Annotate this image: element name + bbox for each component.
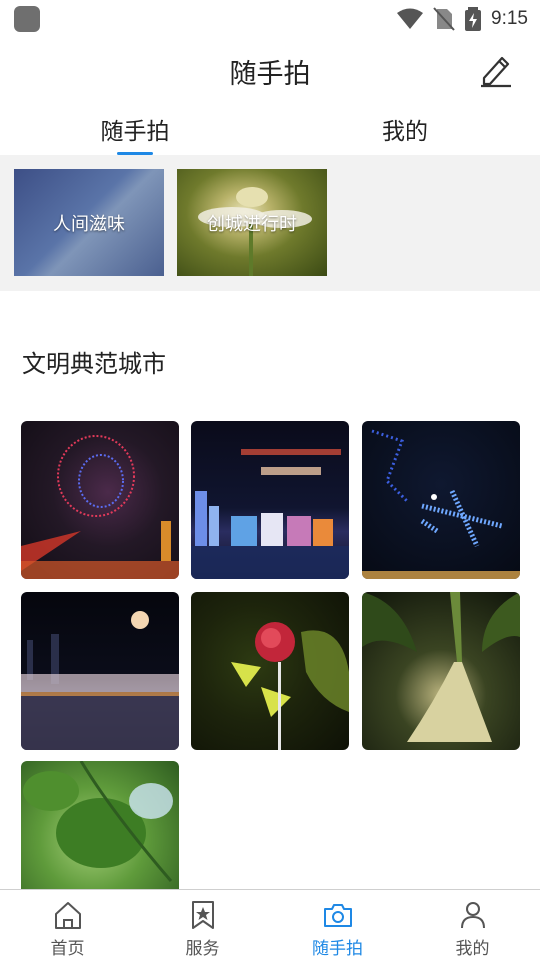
photo-red-rose-art <box>231 622 349 750</box>
topic-label: 人间滋味 <box>53 213 125 235</box>
page-title: 随手拍 <box>229 59 311 90</box>
photo-trumpet-flower[interactable] <box>362 592 520 750</box>
tab-bar: 随手拍 我的 <box>0 102 540 156</box>
photo-trumpet-flower-art <box>362 592 520 742</box>
status-bar: 9:15 <box>0 0 540 38</box>
wifi-icon <box>397 8 424 29</box>
app-header: 随手拍 <box>0 38 540 102</box>
photo-drone-airplane-art <box>362 429 520 579</box>
photo-drone-show-apple-art <box>21 435 179 579</box>
photo-drone-airplane[interactable] <box>362 421 520 579</box>
photo-night-harbor-moon[interactable] <box>21 592 179 750</box>
nav-mine[interactable]: 我的 <box>405 890 540 961</box>
bottom-nav: 首页 服务 随手拍 我的 <box>0 889 540 960</box>
no-sim-icon <box>433 7 455 31</box>
nav-label: 首页 <box>50 939 85 959</box>
topic-card[interactable]: 人间滋味 <box>14 169 164 276</box>
photo-green-leaves-art <box>23 761 173 882</box>
home-icon <box>54 902 81 929</box>
topic-strip: 人间滋味 创城进行时 <box>0 155 540 291</box>
topic-label: 创城进行时 <box>207 213 297 235</box>
nav-label: 随手拍 <box>312 939 363 959</box>
photo-drone-show-apple[interactable] <box>21 421 179 579</box>
clock: 9:15 <box>491 8 528 29</box>
nav-home[interactable]: 首页 <box>0 890 135 961</box>
section-title: 文明典范城市 <box>22 350 166 378</box>
person-icon <box>460 902 485 929</box>
tab-mine[interactable]: 我的 <box>340 112 470 146</box>
photo-red-rose[interactable] <box>191 592 349 750</box>
camera-icon <box>323 904 352 927</box>
nav-suishoupai[interactable]: 随手拍 <box>270 890 405 961</box>
edit-button[interactable] <box>478 50 514 88</box>
tab-suishoupai[interactable]: 随手拍 <box>70 112 200 146</box>
bookmark-star-icon <box>191 901 214 929</box>
nav-services[interactable]: 服务 <box>135 890 270 961</box>
photo-welcome-yantai-art <box>191 449 349 579</box>
nav-label: 服务 <box>185 939 220 959</box>
photo-welcome-yantai[interactable] <box>191 421 349 579</box>
app-notification-icon <box>14 6 40 32</box>
status-icons: 9:15 <box>397 6 528 32</box>
pencil-icon <box>481 56 511 88</box>
topic-card[interactable]: 创城进行时 <box>177 169 327 276</box>
nav-label: 我的 <box>455 939 490 959</box>
battery-charging-icon <box>465 7 482 31</box>
photo-night-harbor-moon-art <box>21 611 179 750</box>
